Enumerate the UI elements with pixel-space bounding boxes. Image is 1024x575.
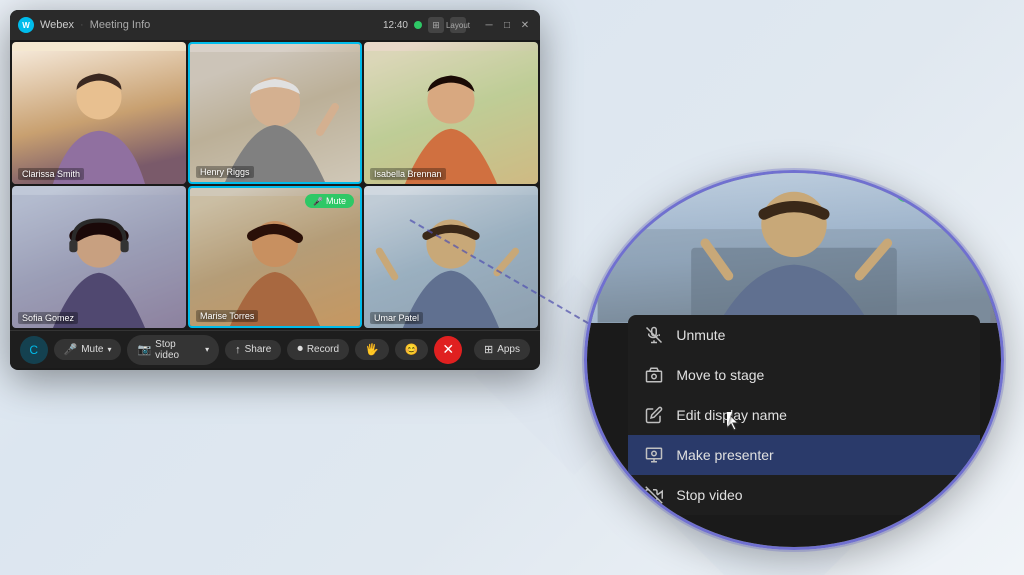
pencil-icon	[644, 405, 664, 425]
zoomed-participant-video: 🎤 Mute ...	[587, 173, 1001, 323]
title-bar-left: W Webex · Meeting Info	[18, 17, 375, 33]
participant-video-6: Umar Patel	[364, 186, 538, 328]
participant-silhouette-1	[12, 42, 186, 184]
reaction-button[interactable]: 🖐	[355, 339, 389, 360]
title-separator: ·	[80, 19, 84, 31]
more-icon-zoom: ...	[975, 185, 985, 199]
menu-item-edit-name[interactable]: Edit display name	[628, 395, 980, 435]
emoji-button[interactable]: 😊	[395, 339, 429, 360]
name-label-2: Henry Riggs	[196, 166, 254, 178]
stage-icon	[644, 365, 664, 385]
webex-logo-icon: W	[18, 17, 34, 33]
name-label-5: Marise Torres	[196, 310, 258, 322]
participant-video-4: Sofia Gomez	[12, 186, 186, 328]
make-presenter-label: Make presenter	[676, 447, 773, 463]
layout-label: Layout	[446, 21, 470, 30]
video-chevron: ▾	[205, 345, 209, 354]
layout-icon[interactable]: Layout	[450, 17, 466, 33]
participant-silhouette-5	[190, 188, 360, 326]
record-label: Record	[307, 344, 339, 355]
apps-button[interactable]: ⊞ Apps	[474, 339, 530, 360]
end-icon: ✕	[442, 341, 454, 358]
mute-badge-5[interactable]: Mute	[305, 194, 354, 208]
avatar-icon: C	[29, 343, 38, 357]
zoom-mute-button[interactable]: 🎤 Mute	[895, 181, 961, 202]
mute-label: Mute	[81, 344, 103, 355]
meeting-info-label[interactable]: Meeting Info	[90, 19, 151, 31]
video-cell-marise[interactable]: Mute Marise Torres	[188, 186, 362, 328]
app-title: Webex	[40, 19, 74, 31]
time-display: 12:40	[383, 20, 408, 31]
edit-name-label: Edit display name	[676, 407, 787, 423]
participant-silhouette-4	[12, 186, 186, 328]
end-call-button[interactable]: ✕	[434, 336, 462, 364]
grid-icon-ctrl: ⊞	[484, 343, 493, 356]
video-cell-henry[interactable]: Henry Riggs	[188, 42, 362, 184]
menu-item-unmute[interactable]: Unmute	[628, 315, 980, 355]
menu-item-make-presenter[interactable]: Make presenter	[628, 435, 980, 475]
record-button[interactable]: ⏺ Record	[287, 339, 349, 360]
share-icon: ↑	[235, 344, 241, 356]
title-bar-center: 12:40 ⊞ Layout	[383, 17, 466, 33]
maximize-button[interactable]: □	[500, 18, 514, 32]
zoom-more-button[interactable]: ...	[967, 181, 993, 203]
title-bar: W Webex · Meeting Info 12:40 ⊞ Layout ─ …	[10, 10, 540, 40]
close-button[interactable]: ✕	[518, 18, 532, 32]
participant-video-3: Isabella Brennan	[364, 42, 538, 184]
camera-icon: 📷	[137, 343, 151, 356]
video-cell-umar[interactable]: Umar Patel	[364, 186, 538, 328]
zoom-mute-label: Mute	[925, 186, 949, 198]
mic-icon-zoom: 🎤	[907, 185, 921, 198]
stop-video-button[interactable]: 📷 Stop video ▾	[127, 335, 219, 365]
participant-video-5: Mute Marise Torres	[190, 188, 360, 326]
emoji-icon: 😊	[405, 343, 419, 356]
video-cell-isabella[interactable]: Isabella Brennan	[364, 42, 538, 184]
mic-icon: 🎤	[64, 343, 78, 356]
reaction-icon: 🖐	[365, 343, 379, 356]
apps-label: Apps	[497, 344, 520, 355]
participant-silhouette-6	[364, 186, 538, 328]
presenter-icon	[644, 445, 664, 465]
mute-badge-label: Mute	[326, 196, 346, 206]
recording-indicator	[414, 21, 422, 29]
share-button[interactable]: ↑ Share	[225, 340, 281, 360]
stop-video-menu-label: Stop video	[676, 487, 742, 503]
participant-video-1: Clarissa Smith	[12, 42, 186, 184]
zoom-circle-inner: 🎤 Mute ...	[587, 173, 1001, 547]
context-menu: Unmute Move to stage	[628, 315, 980, 515]
avatar-btn[interactable]: C	[20, 336, 48, 364]
video-cell-sofia[interactable]: Sofia Gomez	[12, 186, 186, 328]
share-label: Share	[245, 344, 272, 355]
participant-silhouette-3	[364, 42, 538, 184]
name-label-4: Sofia Gomez	[18, 312, 78, 324]
record-icon: ⏺	[297, 343, 303, 356]
menu-item-move-to-stage[interactable]: Move to stage	[628, 355, 980, 395]
video-grid: Clarissa Smith Henry Riggs	[10, 40, 540, 330]
name-label-1: Clarissa Smith	[18, 168, 84, 180]
unmute-label: Unmute	[676, 327, 725, 343]
unmute-icon	[644, 325, 664, 345]
participant-video-2: Henry Riggs	[190, 44, 360, 182]
participant-silhouette-2	[190, 44, 360, 182]
menu-item-stop-video[interactable]: Stop video	[628, 475, 980, 515]
grid-icon[interactable]: ⊞	[428, 17, 444, 33]
control-bar: C 🎤 Mute ▾ 📷 Stop video ▾ ↑ Share ⏺ Reco…	[10, 330, 540, 368]
webex-window: W Webex · Meeting Info 12:40 ⊞ Layout ─ …	[10, 10, 540, 370]
stop-video-label: Stop video	[155, 339, 201, 361]
video-cell-clarissa[interactable]: Clarissa Smith	[12, 42, 186, 184]
minimize-button[interactable]: ─	[482, 18, 496, 32]
mute-chevron: ▾	[107, 345, 111, 354]
name-label-3: Isabella Brennan	[370, 168, 446, 180]
move-to-stage-label: Move to stage	[676, 367, 764, 383]
name-label-6: Umar Patel	[370, 312, 423, 324]
zoom-circle: 🎤 Mute ...	[584, 170, 1004, 550]
mute-button[interactable]: 🎤 Mute ▾	[54, 339, 122, 360]
camera-off-icon	[644, 485, 664, 505]
window-controls: ─ □ ✕	[482, 18, 532, 32]
